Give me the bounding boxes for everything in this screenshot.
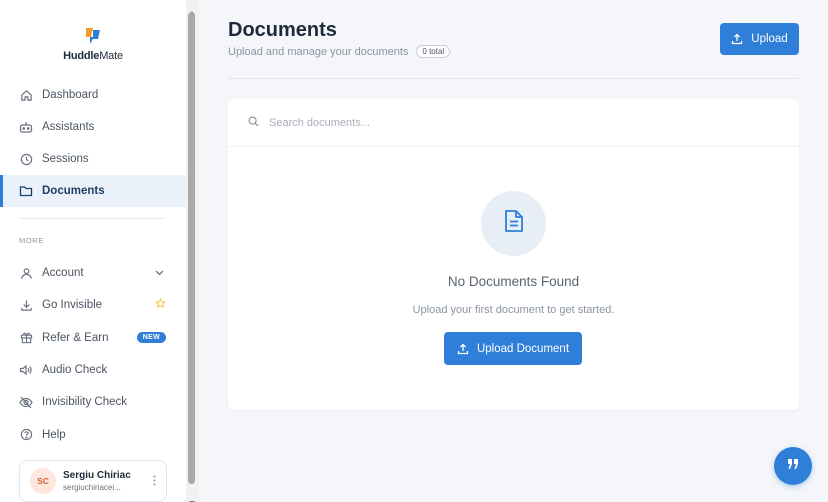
document-count-badge: 0 total [416,45,451,58]
sidebar-item-assistants[interactable]: Assistants [0,111,186,143]
sidebar-item-go-invisible[interactable]: Go Invisible [0,289,186,321]
brand-name-bold: Huddle [63,50,100,62]
clock-icon [19,152,33,166]
download-icon [19,298,33,312]
scroll-down-arrow-icon[interactable] [188,493,196,502]
user-profile-card[interactable]: SC Sergiu Chiriac sergiuchiriacei... [19,460,167,502]
upload-document-button[interactable]: Upload Document [444,332,582,365]
document-icon [504,209,524,238]
upload-icon [457,343,469,355]
brand-name-rest: Mate [99,50,123,62]
chat-support-button[interactable] [774,447,812,485]
sidebar-item-documents[interactable]: Documents [0,175,186,207]
sidebar-item-label: Documents [42,185,105,197]
sidebar-item-label: Help [42,428,66,441]
sidebar-item-label: Refer & Earn [42,331,109,344]
avatar: SC [30,468,56,494]
sidebar-item-dashboard[interactable]: Dashboard [0,79,186,111]
home-icon [19,88,33,102]
scrollbar-thumb[interactable] [188,12,195,484]
new-badge: NEW [136,331,166,343]
header-divider [228,78,799,79]
brand-name: HuddleMate [0,50,186,62]
sidebar-item-invisibility-check[interactable]: Invisibility Check [0,386,186,418]
sidebar-item-account[interactable]: Account [0,257,186,289]
eye-off-icon [19,395,33,409]
scroll-up-arrow-icon[interactable] [188,3,196,15]
empty-state-title: No Documents Found [447,274,580,289]
main-nav: Dashboard Assistants Sessions Documents [0,79,186,207]
user-info: Sergiu Chiriac sergiuchiriacei... [63,470,135,492]
subtitle-text: Upload and manage your documents [228,45,409,58]
sidebar-item-label: Sessions [42,153,89,165]
upload-icon [731,33,743,45]
sidebar-item-label: Audio Check [42,364,108,377]
user-name: Sergiu Chiriac [63,470,131,481]
sidebar-divider [19,218,165,219]
search-bar [228,99,799,147]
sidebar-scrollbar[interactable] [186,0,199,502]
empty-state-subtitle: Upload your first document to get starte… [412,304,615,316]
speaker-icon [19,363,33,377]
sidebar-item-label: Account [42,267,84,280]
sidebar-item-label: Go Invisible [42,299,103,312]
page-subtitle: Upload and manage your documents 0 total [228,45,451,58]
sidebar-item-label: Invisibility Check [42,396,127,409]
upload-button-label: Upload [751,33,788,45]
search-icon [248,114,259,132]
star-icon [154,298,167,312]
more-options-icon[interactable] [153,475,156,489]
sidebar: HuddleMate Dashboard Assistants Sessions… [0,0,186,502]
sidebar-item-label: Assistants [42,121,95,133]
user-icon [19,266,33,280]
sidebar-item-help[interactable]: Help [0,418,186,450]
user-email: sergiuchiriacei... [63,483,121,492]
documents-card: No Documents Found Upload your first doc… [228,99,799,410]
sidebar-item-label: Dashboard [42,89,99,101]
sidebar-item-sessions[interactable]: Sessions [0,143,186,175]
folder-icon [19,184,33,198]
robot-icon [19,120,33,134]
huddlemate-logo-icon [82,26,104,46]
upload-button[interactable]: Upload [720,23,799,55]
more-section-label: MORE [19,236,44,245]
gift-icon [19,331,33,345]
quote-chat-icon [786,457,800,476]
sidebar-item-audio-check[interactable]: Audio Check [0,354,186,386]
more-nav: Account Go Invisible Refer & Earn NEW Au… [0,257,186,451]
chevron-down-icon[interactable] [155,267,164,279]
empty-state-illustration [481,191,546,256]
help-icon [19,428,33,442]
app-logo[interactable]: HuddleMate [0,26,186,62]
page-title: Documents [228,19,337,41]
sidebar-item-refer-earn[interactable]: Refer & Earn NEW [0,322,186,354]
upload-document-label: Upload Document [476,342,570,355]
search-input[interactable] [269,116,669,129]
